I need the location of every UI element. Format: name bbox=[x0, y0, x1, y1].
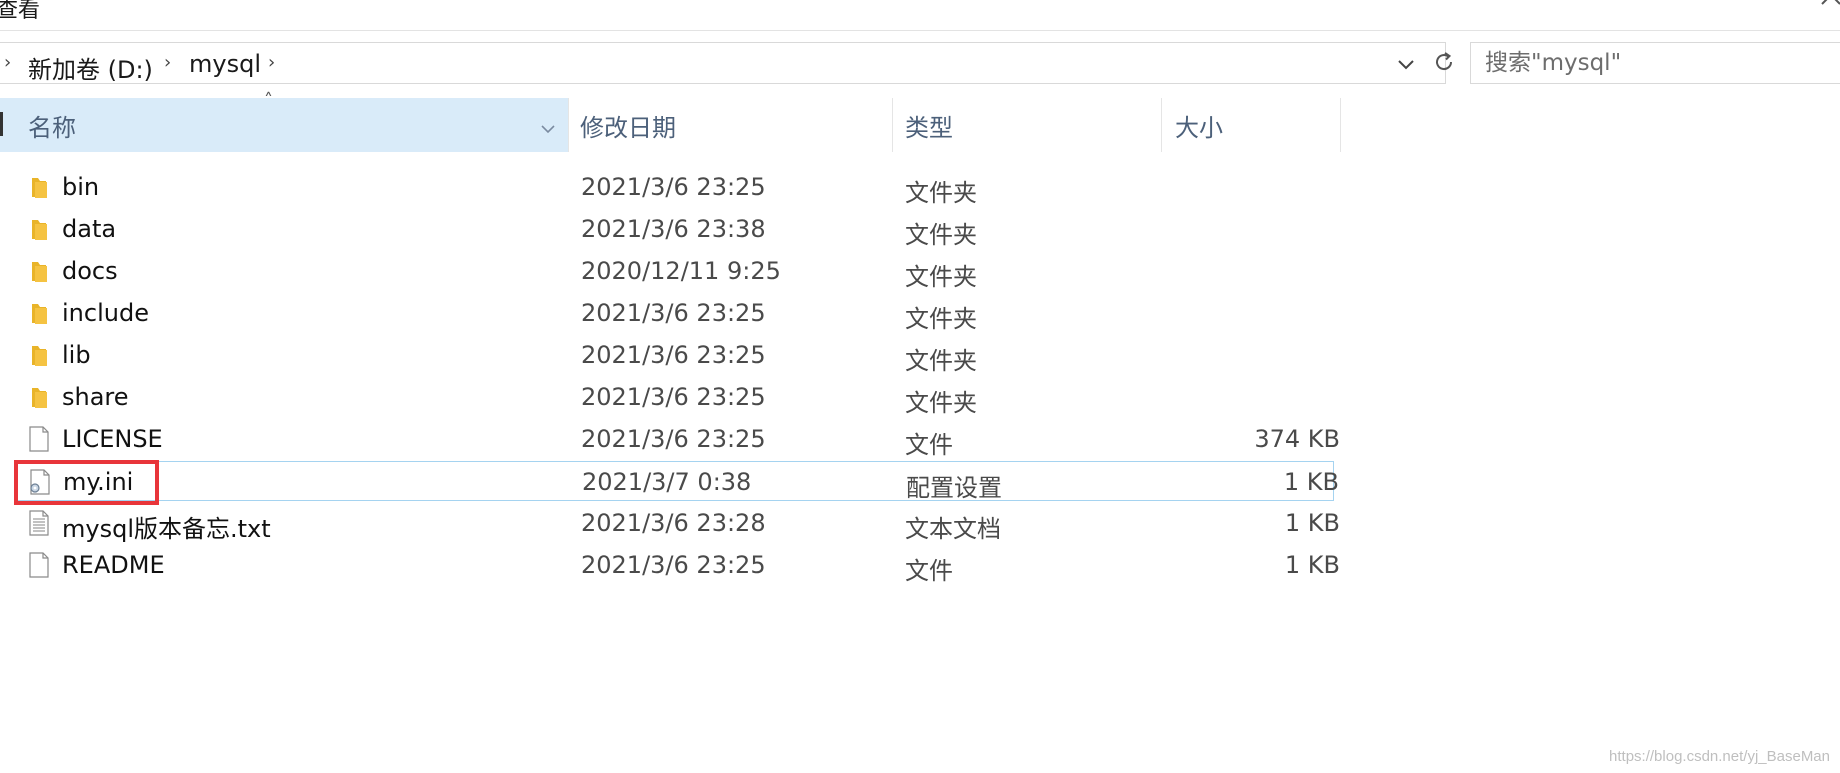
column-header-date-modified[interactable]: 修改日期 bbox=[580, 98, 676, 152]
file-type: 文件 bbox=[905, 431, 953, 459]
breadcrumb-chevron-icon[interactable]: › bbox=[4, 52, 11, 73]
file-date-modified: 2021/3/6 23:28 bbox=[581, 509, 766, 537]
breadcrumb-drive[interactable]: 新加卷 (D:) bbox=[28, 50, 153, 85]
folder-icon bbox=[26, 341, 52, 369]
watermark: https://blog.csdn.net/yj_BaseMan bbox=[1609, 748, 1830, 765]
column-header-name[interactable]: 名称 ˄ bbox=[0, 90, 568, 152]
column-divider[interactable] bbox=[892, 98, 893, 152]
breadcrumb-chevron-icon[interactable]: › bbox=[164, 52, 171, 73]
file-date-modified: 2020/12/11 9:25 bbox=[581, 257, 781, 285]
file-row[interactable]: my.ini 2021/3/7 0:38 配置设置 1 KB bbox=[14, 461, 1339, 502]
file-row[interactable]: bin 2021/3/6 23:25 文件夹 bbox=[14, 167, 1334, 207]
column-divider[interactable] bbox=[1340, 98, 1341, 152]
file-row[interactable]: share 2021/3/6 23:25 文件夹 bbox=[14, 377, 1334, 417]
file-date-modified: 2021/3/6 23:25 bbox=[581, 173, 766, 201]
file-row[interactable]: lib 2021/3/6 23:25 文件夹 bbox=[14, 335, 1334, 375]
search-box[interactable] bbox=[1470, 42, 1840, 84]
file-name: docs bbox=[62, 257, 118, 285]
file-date-modified: 2021/3/6 23:25 bbox=[581, 299, 766, 327]
column-divider[interactable] bbox=[1161, 98, 1162, 152]
text-file-icon bbox=[26, 509, 52, 537]
file-icon bbox=[26, 551, 52, 579]
annotation-highlight-box bbox=[14, 460, 159, 505]
file-row[interactable]: include 2021/3/6 23:25 文件夹 bbox=[14, 293, 1334, 333]
column-divider[interactable] bbox=[568, 98, 569, 152]
ribbon-tab-view[interactable]: 查看 bbox=[0, 0, 40, 24]
file-row[interactable]: docs 2020/12/11 9:25 文件夹 bbox=[14, 251, 1334, 291]
file-row[interactable]: README 2021/3/6 23:25 文件 1 KB bbox=[14, 545, 1340, 585]
file-date-modified: 2021/3/6 23:25 bbox=[581, 551, 766, 579]
file-name: mysql版本备忘.txt bbox=[62, 515, 271, 543]
folder-icon bbox=[26, 299, 52, 327]
file-row[interactable]: mysql版本备忘.txt 2021/3/6 23:28 文本文档 1 KB bbox=[14, 503, 1340, 543]
file-row[interactable]: LICENSE 2021/3/6 23:25 文件 374 KB bbox=[14, 419, 1340, 459]
refresh-button[interactable] bbox=[1426, 44, 1462, 80]
file-date-modified: 2021/3/6 23:25 bbox=[581, 425, 766, 453]
breadcrumb-chevron-icon[interactable]: › bbox=[268, 52, 275, 73]
file-type: 配置设置 bbox=[906, 474, 1002, 502]
refresh-icon bbox=[1436, 52, 1453, 71]
column-header-size[interactable]: 大小 bbox=[1175, 98, 1223, 152]
file-date-modified: 2021/3/6 23:25 bbox=[581, 383, 766, 411]
file-name: data bbox=[62, 215, 117, 243]
file-type: 文件夹 bbox=[905, 305, 977, 333]
breadcrumb-folder[interactable]: mysql bbox=[189, 50, 261, 78]
address-history-chevron-down-icon[interactable] bbox=[1394, 52, 1418, 76]
file-type: 文件夹 bbox=[905, 179, 977, 207]
file-type: 文件 bbox=[905, 557, 953, 585]
file-name: README bbox=[62, 551, 165, 579]
file-name: share bbox=[62, 383, 129, 411]
file-row[interactable]: data 2021/3/6 23:38 文件夹 bbox=[14, 209, 1334, 249]
file-name: LICENSE bbox=[62, 425, 163, 453]
folder-icon bbox=[26, 215, 52, 243]
file-date-modified: 2021/3/6 23:38 bbox=[581, 215, 766, 243]
column-header-size-label: 大小 bbox=[1175, 113, 1223, 142]
file-type: 文件夹 bbox=[905, 347, 977, 375]
file-type: 文件夹 bbox=[905, 389, 977, 417]
file-size: 1 KB bbox=[1284, 551, 1340, 579]
file-name: include bbox=[62, 299, 149, 327]
file-size: 374 KB bbox=[1254, 425, 1340, 453]
file-name: lib bbox=[62, 341, 91, 369]
column-header-date-label: 修改日期 bbox=[580, 113, 676, 142]
ribbon-collapse-icon[interactable] bbox=[1818, 0, 1840, 14]
column-header-row: 名称 ˄ 修改日期 类型 大小 bbox=[0, 90, 1345, 152]
search-input[interactable] bbox=[1485, 49, 1840, 77]
file-icon bbox=[26, 425, 52, 453]
file-size: 1 KB bbox=[1283, 468, 1339, 496]
select-all-checkbox[interactable] bbox=[0, 112, 3, 136]
file-name: bin bbox=[62, 173, 100, 201]
ribbon-bar bbox=[0, 0, 1840, 31]
column-filter-chevron-down-icon[interactable] bbox=[538, 116, 558, 136]
file-date-modified: 2021/3/7 0:38 bbox=[582, 468, 752, 496]
folder-icon bbox=[26, 383, 52, 411]
column-header-type[interactable]: 类型 bbox=[905, 98, 953, 152]
column-header-name-label: 名称 bbox=[28, 114, 76, 142]
folder-icon bbox=[26, 173, 52, 201]
file-size: 1 KB bbox=[1284, 509, 1340, 537]
column-header-type-label: 类型 bbox=[905, 113, 953, 142]
file-date-modified: 2021/3/6 23:25 bbox=[581, 341, 766, 369]
sort-ascending-icon: ˄ bbox=[264, 90, 273, 111]
file-type: 文件夹 bbox=[905, 263, 977, 291]
file-type: 文本文档 bbox=[905, 515, 1001, 543]
file-type: 文件夹 bbox=[905, 221, 977, 249]
folder-icon bbox=[26, 257, 52, 285]
